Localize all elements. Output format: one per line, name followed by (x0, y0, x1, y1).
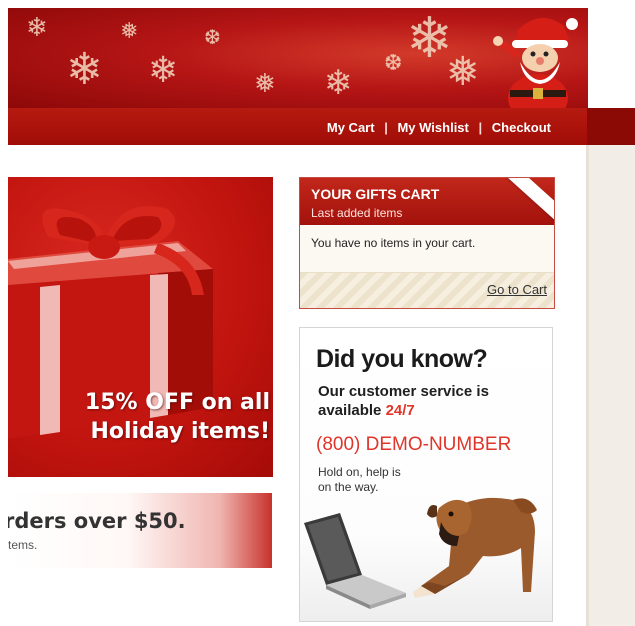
go-to-cart-link[interactable]: Go to Cart (487, 282, 547, 297)
snowflake-icon: ❄ (148, 49, 179, 90)
gifts-cart-widget: YOUR GIFTS CART Last added items You hav… (299, 177, 555, 309)
nav-separator: | (478, 120, 483, 135)
holiday-promo-banner[interactable]: 15% OFF on all Holiday items! (8, 177, 273, 477)
cart-subtitle: Last added items (311, 206, 403, 220)
top-navigation-bar: My Cart | My Wishlist | Checkout (8, 108, 635, 145)
dog-illustration (413, 497, 537, 598)
promo-line-2: Holiday items! (90, 419, 270, 444)
ribbon-decoration (502, 178, 554, 220)
promo-line-1: 15% OFF on all (84, 390, 270, 415)
availability-highlight: 24/7 (385, 402, 415, 419)
snowflake-icon: ❆ (384, 50, 403, 75)
snowflake-icon: ❆ (204, 27, 221, 49)
snowflake-icon: ❄ (26, 12, 48, 42)
laptop-illustration (304, 513, 406, 609)
truncated-top-text (0, 0, 635, 8)
shipping-subline: tems. (8, 538, 38, 552)
help-note-line-2: on the way. (318, 480, 379, 494)
nav-separator: | (384, 120, 388, 135)
service-text-line-1: Our customer service is (318, 383, 489, 400)
santa-illustration (493, 17, 578, 110)
snowflake-icon: ❅ (120, 18, 139, 43)
cart-empty-message: You have no items in your cart. (311, 236, 476, 250)
header-banner: ❄ ❄ ❅ ❄ ❆ ❅ ❄ ❆ ❄ ❅ (8, 8, 588, 110)
my-wishlist-link[interactable]: My Wishlist (397, 120, 468, 135)
snowflake-icon: ❅ (254, 68, 276, 98)
free-shipping-banner[interactable]: rders over $50. tems. (8, 493, 272, 568)
did-you-know-title: Did you know? (316, 345, 488, 373)
my-cart-link[interactable]: My Cart (327, 120, 375, 135)
snowflake-icon: ❄ (66, 45, 103, 94)
promo-text: 15% OFF on all Holiday items! (8, 388, 270, 446)
service-text-line-2: available 24/7 (318, 402, 415, 419)
snowflake-icon: ❅ (446, 50, 480, 94)
availability-label: available (318, 402, 382, 419)
did-you-know-banner[interactable]: Did you know? Our customer service is av… (299, 327, 553, 622)
help-note-line-1: Hold on, help is (318, 465, 401, 479)
cart-title: YOUR GIFTS CART (311, 186, 440, 202)
snowflake-icon: ❄ (324, 64, 353, 102)
cart-body: You have no items in your cart. (300, 225, 554, 273)
checkout-link[interactable]: Checkout (492, 120, 551, 135)
phone-number: (800) DEMO-NUMBER (316, 434, 512, 455)
nav-bar-edge (587, 108, 635, 145)
header-links: My Cart | My Wishlist | Checkout (327, 120, 551, 135)
right-side-column (586, 145, 635, 626)
cart-header: YOUR GIFTS CART Last added items (300, 178, 554, 225)
cart-footer: Go to Cart (300, 272, 554, 308)
shipping-headline: rders over $50. (8, 509, 186, 533)
